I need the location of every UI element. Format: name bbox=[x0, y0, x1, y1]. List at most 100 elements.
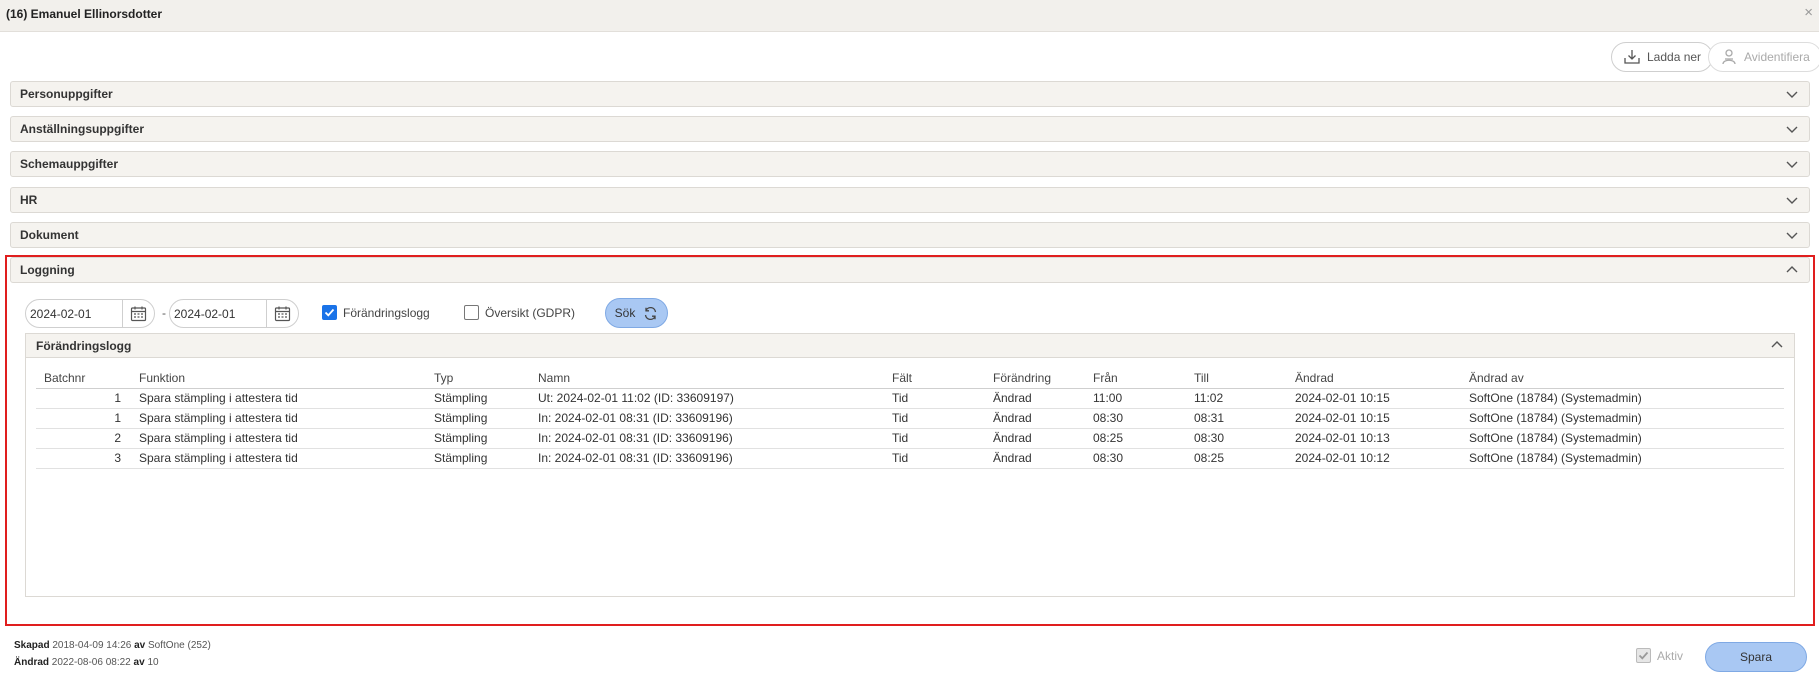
date-to-value[interactable]: 2024-02-01 bbox=[174, 307, 235, 321]
cell-falt: Tid bbox=[884, 428, 985, 449]
gdpr-checkbox-row[interactable]: Översikt (GDPR) bbox=[464, 305, 575, 320]
chevron-up-icon bbox=[1786, 266, 1798, 273]
change-log-checkbox[interactable] bbox=[322, 305, 337, 320]
table-row[interactable]: 1 Spara stämpling i attestera tid Stämpl… bbox=[36, 408, 1784, 429]
created-date: 2018-04-09 14:26 bbox=[52, 640, 132, 651]
cell-falt: Tid bbox=[884, 408, 985, 429]
cell-namn: In: 2024-02-01 08:31 (ID: 33609196) bbox=[530, 428, 884, 449]
section-anstallningsuppgifter[interactable]: Anställningsuppgifter bbox=[10, 116, 1810, 142]
table-row[interactable]: 2 Spara stämpling i attestera tid Stämpl… bbox=[36, 428, 1784, 449]
active-label: Aktiv bbox=[1657, 648, 1684, 663]
column-header[interactable]: Typ bbox=[426, 368, 530, 389]
cell-falt: Tid bbox=[884, 448, 985, 469]
column-header[interactable]: Funktion bbox=[131, 368, 426, 389]
column-header[interactable]: Från bbox=[1085, 368, 1186, 389]
cell-typ: Stämpling bbox=[426, 408, 530, 429]
user-shield-icon bbox=[1722, 49, 1736, 65]
close-icon[interactable]: × bbox=[1804, 4, 1813, 21]
download-label: Ladda ner bbox=[1647, 50, 1702, 64]
active-checkbox bbox=[1636, 648, 1651, 663]
date-from-field[interactable]: 2024-02-01 bbox=[25, 299, 155, 328]
date-to-field[interactable]: 2024-02-01 bbox=[169, 299, 299, 328]
deidentify-button[interactable]: Avidentifiera bbox=[1708, 42, 1819, 72]
download-button[interactable]: Ladda ner bbox=[1611, 42, 1714, 72]
section-label: Loggning bbox=[20, 263, 75, 277]
chevron-down-icon bbox=[1786, 232, 1798, 239]
active-checkbox-row: Aktiv bbox=[1636, 648, 1683, 663]
change-log-checkbox-row[interactable]: Förändringslogg bbox=[322, 305, 430, 320]
section-label: HR bbox=[20, 193, 38, 207]
section-label: Anställningsuppgifter bbox=[20, 122, 144, 136]
deidentify-label: Avidentifiera bbox=[1744, 50, 1810, 64]
cell-till: 08:31 bbox=[1186, 408, 1287, 429]
cell-batchnr: 1 bbox=[36, 388, 131, 409]
section-label: Personuppgifter bbox=[20, 87, 113, 101]
search-button[interactable]: Sök bbox=[605, 298, 668, 328]
cell-funktion: Spara stämpling i attestera tid bbox=[131, 428, 426, 449]
cell-typ: Stämpling bbox=[426, 428, 530, 449]
cell-fran: 08:30 bbox=[1085, 408, 1186, 429]
gdpr-checkbox[interactable] bbox=[464, 305, 479, 320]
table-row[interactable]: 1 Spara stämpling i attestera tid Stämpl… bbox=[36, 388, 1784, 409]
section-personuppgifter[interactable]: Personuppgifter bbox=[10, 81, 1810, 107]
download-icon bbox=[1624, 50, 1640, 64]
date-from-value[interactable]: 2024-02-01 bbox=[30, 307, 91, 321]
column-header[interactable]: Ändrad bbox=[1287, 368, 1461, 389]
cell-andrad: 2024-02-01 10:15 bbox=[1287, 388, 1461, 409]
chevron-down-icon bbox=[1786, 161, 1798, 168]
cell-andrad-av: SoftOne (18784) (Systemadmin) bbox=[1461, 428, 1784, 449]
section-label: Dokument bbox=[20, 228, 79, 242]
cell-forandring: Ändrad bbox=[985, 428, 1085, 449]
column-header[interactable]: Ändrad av bbox=[1461, 368, 1784, 389]
column-header[interactable]: Namn bbox=[530, 368, 884, 389]
date-from-calendar-button[interactable] bbox=[122, 300, 154, 327]
cell-andrad-av: SoftOne (18784) (Systemadmin) bbox=[1461, 408, 1784, 429]
cell-fran: 08:25 bbox=[1085, 428, 1186, 449]
section-schemauppgifter[interactable]: Schemauppgifter bbox=[10, 151, 1810, 177]
section-label: Schemauppgifter bbox=[20, 157, 119, 171]
changed-date: 2022-08-06 08:22 bbox=[51, 657, 131, 668]
column-header[interactable]: Fält bbox=[884, 368, 985, 389]
change-log-panel-title: Förändringslogg bbox=[36, 339, 132, 353]
save-button[interactable]: Spara bbox=[1705, 642, 1807, 672]
cell-till: 08:30 bbox=[1186, 428, 1287, 449]
change-log-panel: Förändringslogg Batchnr Funktion Typ Nam… bbox=[25, 333, 1795, 597]
window-titlebar: (16) Emanuel Ellinorsdotter × bbox=[0, 0, 1819, 32]
cell-till: 11:02 bbox=[1186, 388, 1287, 409]
search-button-label: Sök bbox=[614, 306, 636, 320]
column-header[interactable]: Till bbox=[1186, 368, 1287, 389]
table-row[interactable]: 3 Spara stämpling i attestera tid Stämpl… bbox=[36, 448, 1784, 469]
cell-namn: In: 2024-02-01 08:31 (ID: 33609196) bbox=[530, 408, 884, 429]
cell-forandring: Ändrad bbox=[985, 448, 1085, 469]
date-to-calendar-button[interactable] bbox=[266, 300, 298, 327]
created-info: Skapad 2018-04-09 14:26 av SoftOne (252) bbox=[14, 640, 211, 651]
chevron-up-icon bbox=[1771, 341, 1783, 348]
section-dokument[interactable]: Dokument bbox=[10, 222, 1810, 248]
changed-label: Ändrad bbox=[14, 657, 49, 668]
cell-typ: Stämpling bbox=[426, 448, 530, 469]
gdpr-checkbox-label: Översikt (GDPR) bbox=[485, 305, 575, 320]
cell-andrad-av: SoftOne (18784) (Systemadmin) bbox=[1461, 448, 1784, 469]
change-log-checkbox-label: Förändringslogg bbox=[343, 305, 430, 320]
calendar-icon bbox=[274, 306, 291, 322]
cell-funktion: Spara stämpling i attestera tid bbox=[131, 408, 426, 429]
changed-by-label: av bbox=[133, 657, 145, 668]
cell-funktion: Spara stämpling i attestera tid bbox=[131, 388, 426, 409]
change-log-panel-header[interactable]: Förändringslogg bbox=[26, 334, 1794, 358]
chevron-down-icon bbox=[1786, 91, 1798, 98]
section-loggning[interactable]: Loggning bbox=[10, 257, 1810, 283]
cell-andrad: 2024-02-01 10:13 bbox=[1287, 428, 1461, 449]
chevron-down-icon bbox=[1786, 126, 1798, 133]
refresh-icon bbox=[645, 306, 657, 320]
cell-till: 08:25 bbox=[1186, 448, 1287, 469]
cell-fran: 11:00 bbox=[1085, 388, 1186, 409]
cell-namn: In: 2024-02-01 08:31 (ID: 33609196) bbox=[530, 448, 884, 469]
check-icon bbox=[324, 308, 335, 317]
cell-forandring: Ändrad bbox=[985, 388, 1085, 409]
column-header[interactable]: Förändring bbox=[985, 368, 1085, 389]
cell-fran: 08:30 bbox=[1085, 448, 1186, 469]
column-header[interactable]: Batchnr bbox=[36, 368, 131, 389]
cell-typ: Stämpling bbox=[426, 388, 530, 409]
cell-batchnr: 2 bbox=[36, 428, 131, 449]
section-hr[interactable]: HR bbox=[10, 187, 1810, 213]
